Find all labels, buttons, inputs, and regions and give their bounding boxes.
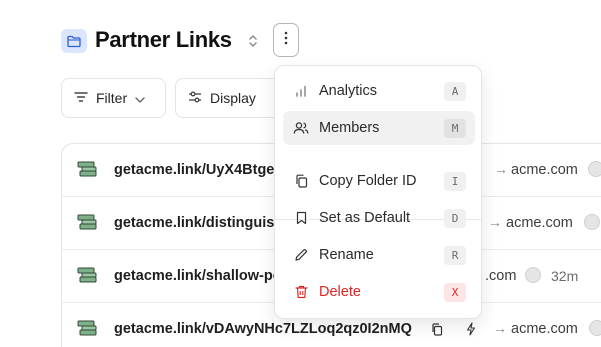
user-avatar-icon: [525, 267, 541, 283]
shortcut-key: D: [444, 209, 466, 228]
user-avatar-icon: [588, 161, 601, 177]
pencil-icon: [293, 247, 309, 263]
chevron-up-down-icon[interactable]: [245, 32, 261, 50]
menu-item-label: Copy Folder ID: [319, 173, 417, 189]
bar-chart-icon: [293, 83, 309, 99]
menu-item-label: Rename: [319, 247, 374, 263]
shortcut-key: A: [444, 82, 466, 101]
folder-more-button[interactable]: [273, 23, 299, 57]
menu-item-members[interactable]: Members M: [283, 111, 475, 145]
vertical-dots-icon: [284, 31, 288, 50]
shortcut-key: I: [444, 172, 466, 191]
filter-label: Filter: [96, 90, 128, 106]
shortcut-key: R: [444, 246, 466, 265]
destination-url[interactable]: acme.com: [511, 162, 578, 178]
menu-item-rename[interactable]: Rename R: [283, 238, 475, 272]
copy-icon: [293, 173, 309, 189]
short-link[interactable]: getacme.link/vDAwyNHc7LZLoq2qz0I2nMQ: [114, 321, 412, 337]
short-link[interactable]: getacme.link/shallow-pe: [114, 268, 281, 284]
menu-item-analytics[interactable]: Analytics A: [283, 74, 475, 108]
display-button[interactable]: Display: [175, 78, 285, 118]
arrow-right-icon: →: [494, 161, 508, 177]
link-favicon: [77, 212, 99, 232]
chevron-down-icon: [135, 90, 145, 106]
menu-item-label: Delete: [319, 284, 361, 300]
display-label: Display: [210, 90, 256, 106]
menu-item-label: Members: [319, 120, 380, 136]
folder-icon: [61, 29, 87, 53]
link-favicon: [77, 159, 99, 179]
destination-url[interactable]: acme.com: [506, 215, 573, 231]
user-avatar-icon: [589, 320, 601, 336]
menu-item-delete[interactable]: Delete X: [283, 275, 475, 309]
copy-link-icon[interactable]: [430, 321, 444, 337]
filter-icon: [74, 90, 88, 106]
bolt-icon: [464, 321, 478, 337]
shortcut-key: X: [444, 283, 466, 302]
menu-item-label: Analytics: [319, 83, 378, 99]
link-age: 32m: [551, 268, 579, 284]
folder-actions-menu: Analytics A Members M Copy Folder ID I S…: [274, 65, 482, 319]
arrow-right-icon: →: [488, 214, 502, 230]
menu-item-label: Set as Default: [319, 210, 411, 226]
sliders-icon: [188, 90, 202, 106]
users-icon: [293, 120, 309, 136]
shortcut-key: M: [444, 119, 466, 138]
short-link[interactable]: getacme.link/distinguish: [114, 215, 283, 231]
link-favicon: [77, 318, 99, 338]
user-avatar-icon: [584, 214, 600, 230]
destination-url[interactable]: acme.com: [511, 321, 578, 337]
menu-item-copy-folder-id[interactable]: Copy Folder ID I: [283, 164, 475, 198]
short-link[interactable]: getacme.link/UyX4Btge: [114, 162, 274, 178]
arrow-right-icon: →: [493, 320, 507, 336]
bookmark-icon: [293, 210, 309, 226]
link-favicon: [77, 265, 99, 285]
filter-button[interactable]: Filter: [61, 78, 166, 118]
trash-icon: [293, 284, 309, 300]
page-title: Partner Links: [95, 27, 232, 52]
destination-url[interactable]: .com: [485, 268, 516, 284]
menu-item-set-as-default[interactable]: Set as Default D: [283, 201, 475, 235]
